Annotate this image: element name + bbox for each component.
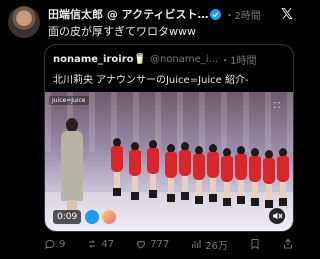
group-member-figure <box>179 142 191 200</box>
views-icon <box>192 240 201 248</box>
action-bar: 9 47 777 26万 <box>44 236 294 252</box>
bookmark-button[interactable] <box>249 238 261 250</box>
group-member-figure <box>165 144 177 202</box>
repost-button[interactable]: 47 <box>86 238 114 250</box>
post-text: 面の皮が厚すぎてワロタwww <box>48 25 196 38</box>
reply-icon <box>45 239 55 249</box>
x-logo-icon[interactable]: 𝕏 <box>281 5 293 23</box>
quoted-post[interactable]: noname_iroiro🥛 @noname_i... ・1時間 北川莉央 アナ… <box>44 44 294 232</box>
bookmark-icon <box>251 239 259 250</box>
video-elapsed-time: 0:09 <box>53 210 82 224</box>
sound-badge-icon[interactable] <box>85 210 99 224</box>
quoted-time: ・1時間 <box>220 55 257 67</box>
quoted-post-header: noname_iroiro🥛 @noname_i... ・1時間 <box>53 52 285 67</box>
like-count: 777 <box>150 238 170 250</box>
display-name[interactable]: 田端信太郎 @ アクティビスト… <box>48 6 208 22</box>
repost-icon <box>89 240 96 248</box>
host-figure <box>59 118 85 216</box>
quoted-display-name[interactable]: noname_iroiro🥛 <box>53 54 146 65</box>
reply-button[interactable]: 9 <box>44 238 65 250</box>
video-player[interactable]: Juice=Juice ⛶ 0:09 <box>45 92 293 231</box>
video-overlay-logo: Juice=Juice <box>49 96 89 105</box>
group-member-figure <box>207 144 219 202</box>
quoted-handle[interactable]: @noname_i... <box>150 54 218 65</box>
post-time[interactable]: ・2時間 <box>224 7 260 22</box>
group-member-figure <box>129 142 141 200</box>
group-member-figure <box>235 146 247 204</box>
mute-icon[interactable] <box>269 208 285 224</box>
group-member-figure <box>277 148 289 206</box>
verified-badge-icon <box>210 8 222 20</box>
reply-count: 9 <box>59 238 66 250</box>
group-member-figure <box>147 140 159 198</box>
avatar[interactable] <box>8 6 40 38</box>
reaction-badge-icon[interactable] <box>102 210 116 224</box>
views-count: 26万 <box>205 240 228 252</box>
post-card[interactable]: 田端信太郎 @ アクティビスト… ・2時間 𝕏 面の皮が厚すぎてワロタwww n… <box>0 0 300 259</box>
group-member-figure <box>193 146 205 204</box>
group-member-figure <box>111 138 123 196</box>
group-member-figure <box>249 148 261 206</box>
share-icon <box>283 238 292 249</box>
share-button[interactable] <box>282 238 294 250</box>
group-member-figure <box>221 148 233 206</box>
views-button[interactable]: 26万 <box>190 237 228 252</box>
repost-count: 47 <box>101 238 115 250</box>
heart-icon <box>137 240 146 249</box>
fullscreen-icon[interactable]: ⛶ <box>274 101 288 111</box>
quoted-text: 北川莉央 アナウンサーのJuice=Juice 紹介- <box>53 75 249 86</box>
post-header: 田端信太郎 @ アクティビスト… ・2時間 <box>48 6 292 22</box>
group-member-figure <box>263 150 275 208</box>
like-button[interactable]: 777 <box>135 238 169 250</box>
